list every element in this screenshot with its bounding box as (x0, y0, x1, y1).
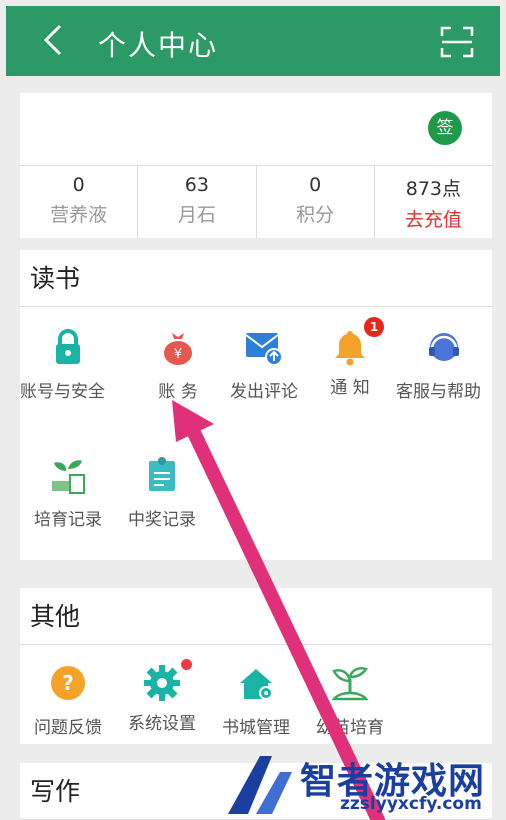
svg-text:?: ? (62, 671, 74, 695)
menu-item-label: 幼苗培育 (316, 718, 384, 738)
stat-points[interactable]: 0 积分 (255, 166, 374, 238)
menu-item-label: 问题反馈 (34, 718, 102, 738)
page-title: 个人中心 (98, 29, 219, 62)
user-summary-card: 签 0 营养液 63 月石 0 积分 873点 去充值 (20, 93, 492, 238)
back-arrow-icon[interactable] (36, 22, 72, 58)
menu-item-label: 发出评论 (230, 382, 298, 402)
menu-item-seedling[interactable]: 幼苗培育 (302, 663, 398, 740)
menu-item-label: 系统设置 (128, 714, 196, 734)
section-title: 读书 (20, 250, 492, 307)
recharge-link[interactable]: 去充值 (375, 205, 492, 232)
menu-item-feedback[interactable]: ? 问题反馈 (20, 663, 116, 740)
sign-in-button[interactable]: 签 (428, 111, 462, 145)
stat-nutrient[interactable]: 0 营养液 (20, 166, 137, 238)
menu-item-label: 账 务 (158, 382, 198, 402)
menu-item-label: 客服与帮助 (396, 382, 481, 402)
user-stats: 0 营养液 63 月石 0 积分 873点 去充值 (20, 165, 492, 238)
stat-value: 0 (72, 174, 85, 196)
house-gear-icon (240, 669, 273, 700)
stat-balance[interactable]: 873点 去充值 (373, 166, 492, 238)
stat-label: 营养液 (50, 204, 108, 226)
menu-item-label: 培育记录 (34, 510, 102, 530)
stat-value: 0 (309, 174, 322, 196)
menu-item-bookstore-manage[interactable]: 书城管理 (208, 663, 304, 740)
menu-item-prize-record[interactable]: 中奖记录 (114, 455, 210, 532)
watermark-url: zzslyyxcfy.com (340, 794, 482, 814)
mail-upload-icon (245, 333, 283, 366)
stat-value: 873点 (405, 178, 461, 200)
watermark: 智者游戏网 zzslyyxcfy.com (222, 750, 506, 820)
menu-item-billing[interactable]: ¥ 账 务 (130, 327, 226, 404)
scan-icon[interactable] (440, 26, 474, 58)
menu-item-label: 通 知 (330, 378, 370, 398)
sprout-icon (331, 667, 369, 701)
other-section: 其他 ? 问题反馈 系统设置 书城管理 幼苗培育 (20, 588, 492, 744)
stat-label: 月石 (177, 204, 216, 226)
watermark-logo-icon (228, 756, 292, 814)
reading-section: 读书 账号与安全 ¥ 账 务 发出评论 1 通 知 客服与帮助 培育记录 中奖记… (20, 250, 492, 560)
menu-item-notifications[interactable]: 1 通 知 (302, 317, 398, 400)
lock-icon (56, 329, 80, 364)
stat-moonstone[interactable]: 63 月石 (137, 166, 255, 238)
menu-item-account-security[interactable]: 账号与安全 (20, 327, 116, 404)
menu-item-comments[interactable]: 发出评论 (216, 327, 312, 404)
section-title: 其他 (20, 588, 492, 645)
svg-text:¥: ¥ (174, 347, 182, 362)
app-header: 个人中心 (6, 6, 500, 76)
prize-record-icon (149, 457, 175, 491)
gear-icon (144, 665, 180, 701)
menu-item-cultivation-record[interactable]: 培育记录 (20, 455, 116, 532)
settings-new-dot (181, 659, 192, 670)
question-icon: ? (51, 666, 85, 700)
menu-item-settings[interactable]: 系统设置 (114, 659, 210, 736)
headset-icon (429, 333, 459, 361)
stat-label: 积分 (296, 204, 335, 226)
stat-value: 63 (184, 174, 209, 196)
money-bag-icon: ¥ (164, 333, 192, 365)
menu-item-label: 书城管理 (222, 718, 290, 738)
notification-badge: 1 (364, 317, 384, 337)
sprout-record-icon (52, 460, 85, 494)
bell-icon (335, 331, 365, 366)
menu-item-label: 账号与安全 (20, 382, 105, 402)
menu-item-label: 中奖记录 (128, 510, 196, 530)
menu-item-help[interactable]: 客服与帮助 (396, 327, 492, 404)
